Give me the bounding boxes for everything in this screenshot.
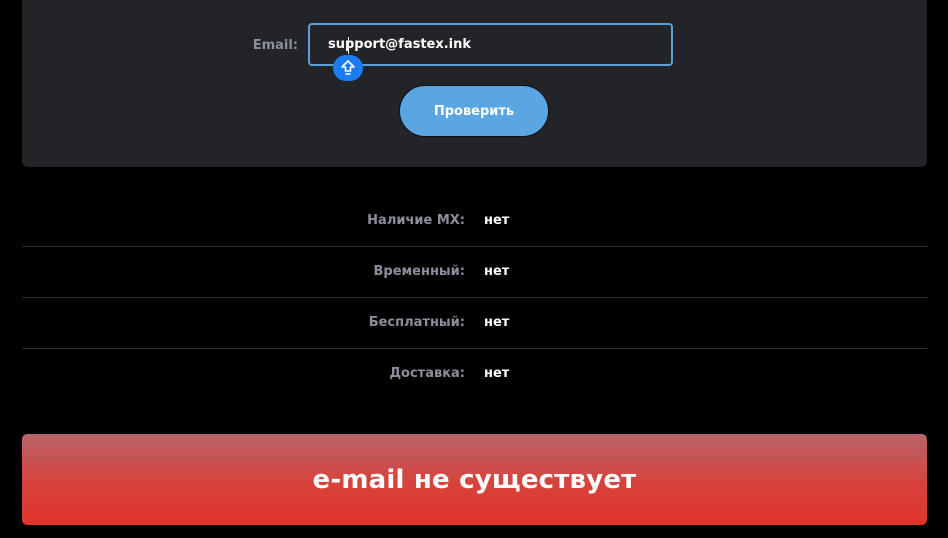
result-label: Бесплатный:: [368, 315, 465, 330]
result-value: нет: [484, 366, 510, 381]
result-value: нет: [484, 315, 510, 330]
results-list: Наличие MX: нет Временный: нет Бесплатны…: [22, 196, 927, 400]
result-label: Доставка:: [389, 366, 465, 381]
result-value: нет: [484, 264, 510, 279]
verdict-banner: e-mail не существует: [22, 434, 927, 525]
result-row-delivery: Доставка: нет: [22, 349, 927, 400]
check-button[interactable]: Проверить: [399, 85, 549, 137]
verdict-text: e-mail не существует: [312, 464, 637, 495]
email-input[interactable]: [308, 23, 673, 66]
autofill-badge[interactable]: [333, 55, 363, 81]
email-label: Email:: [252, 38, 298, 53]
text-caret: [348, 37, 349, 54]
result-row-mx: Наличие MX: нет: [22, 196, 927, 247]
result-label: Наличие MX:: [367, 213, 465, 228]
arrow-up-icon: [341, 60, 355, 75]
result-row-temporary: Временный: нет: [22, 247, 927, 298]
result-value: нет: [484, 213, 510, 228]
result-row-free: Бесплатный: нет: [22, 298, 927, 349]
result-label: Временный:: [373, 264, 465, 279]
